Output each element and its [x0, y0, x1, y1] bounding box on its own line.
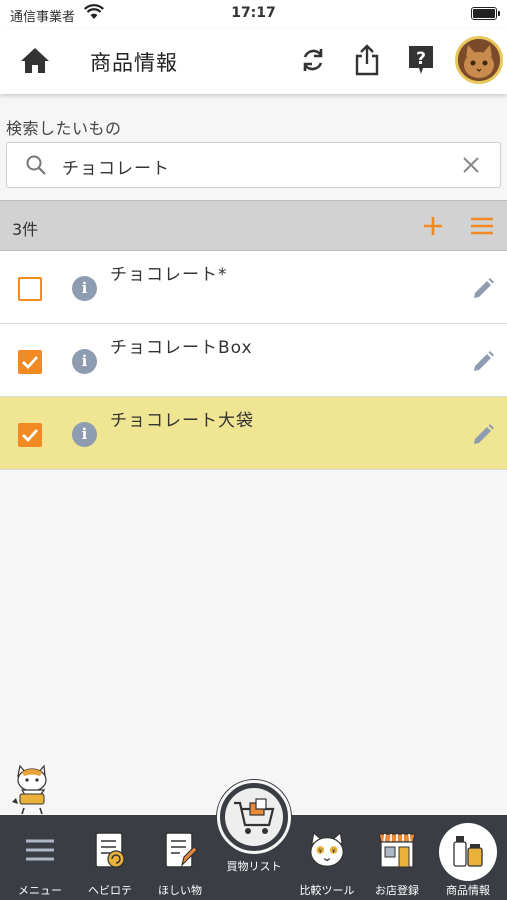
tab-shopping-list[interactable] — [217, 780, 291, 854]
tab-wishlist[interactable]: ほしい物 — [145, 815, 215, 900]
list-item-selected[interactable]: i チョコレート大袋 — [0, 397, 507, 470]
tab-label: ほしい物 — [158, 884, 202, 897]
tab-frequent[interactable]: ヘビロテ — [75, 815, 145, 900]
info-icon[interactable]: i — [72, 422, 97, 447]
avatar[interactable] — [455, 36, 503, 84]
tab-menu[interactable]: メニュー — [5, 815, 75, 900]
note-refresh-icon — [89, 829, 131, 871]
products-icon — [447, 829, 489, 871]
info-icon[interactable]: i — [72, 276, 97, 301]
search-label: 検索したいもの — [6, 119, 122, 138]
tab-label: メニュー — [18, 884, 62, 897]
clear-icon[interactable] — [460, 154, 482, 176]
list-header: 3件 — [0, 200, 507, 251]
svg-text:?: ? — [416, 49, 426, 69]
cat-yen-icon: ¥ ¥ — [306, 829, 348, 871]
info-icon[interactable]: i — [72, 349, 97, 374]
add-icon[interactable] — [420, 213, 446, 239]
list-item[interactable]: i チョコレート* — [0, 251, 507, 324]
edit-icon[interactable] — [470, 349, 496, 375]
svg-text:¥: ¥ — [332, 849, 336, 855]
cat-mascot-icon — [8, 764, 56, 816]
list-menu-icon[interactable] — [469, 215, 495, 237]
svg-text:¥: ¥ — [318, 849, 322, 855]
home-icon[interactable] — [18, 45, 52, 75]
list-item[interactable]: i チョコレートBox — [0, 324, 507, 397]
checkbox[interactable] — [18, 277, 42, 301]
carrier-label: 通信事業者 — [10, 10, 76, 25]
tab-stores[interactable]: お店登録 — [362, 815, 432, 900]
item-name: チョコレート大袋 — [110, 411, 254, 431]
store-icon — [376, 829, 418, 871]
result-count: 3件 — [12, 220, 39, 239]
search-input[interactable]: チョコレート — [6, 142, 501, 188]
tab-products[interactable]: 商品情報 — [433, 815, 503, 900]
tab-compare[interactable]: ¥ ¥ 比較ツール — [292, 815, 362, 900]
item-name: チョコレートBox — [110, 338, 253, 358]
item-name: チョコレート* — [110, 265, 228, 285]
share-icon[interactable] — [350, 42, 384, 78]
hamburger-icon — [19, 829, 61, 871]
edit-icon[interactable] — [470, 422, 496, 448]
tab-label-shopping-list: 買物リスト — [226, 860, 282, 873]
tab-label: ヘビロテ — [88, 884, 132, 897]
app-header: 商品情報 ? — [0, 28, 507, 94]
page-title: 商品情報 — [90, 51, 178, 75]
help-icon[interactable]: ? — [404, 42, 438, 78]
product-list: i チョコレート* i チョコレートBox i チョコレート大袋 — [0, 251, 507, 470]
edit-icon[interactable] — [470, 276, 496, 302]
search-value: チョコレート — [62, 159, 170, 179]
wifi-icon — [84, 4, 104, 24]
note-pencil-icon — [159, 829, 201, 871]
tab-label: 比較ツール — [299, 884, 355, 897]
status-bar: 通信事業者 17:17 — [0, 0, 507, 28]
search-icon — [25, 154, 47, 180]
tab-label: 商品情報 — [446, 884, 490, 897]
tab-label: お店登録 — [375, 884, 419, 897]
sync-icon[interactable] — [296, 42, 330, 78]
cart-icon — [225, 788, 283, 846]
battery-icon — [471, 7, 500, 20]
clock: 17:17 — [231, 5, 276, 21]
checkbox-checked[interactable] — [18, 350, 42, 374]
checkbox-checked[interactable] — [18, 423, 42, 447]
